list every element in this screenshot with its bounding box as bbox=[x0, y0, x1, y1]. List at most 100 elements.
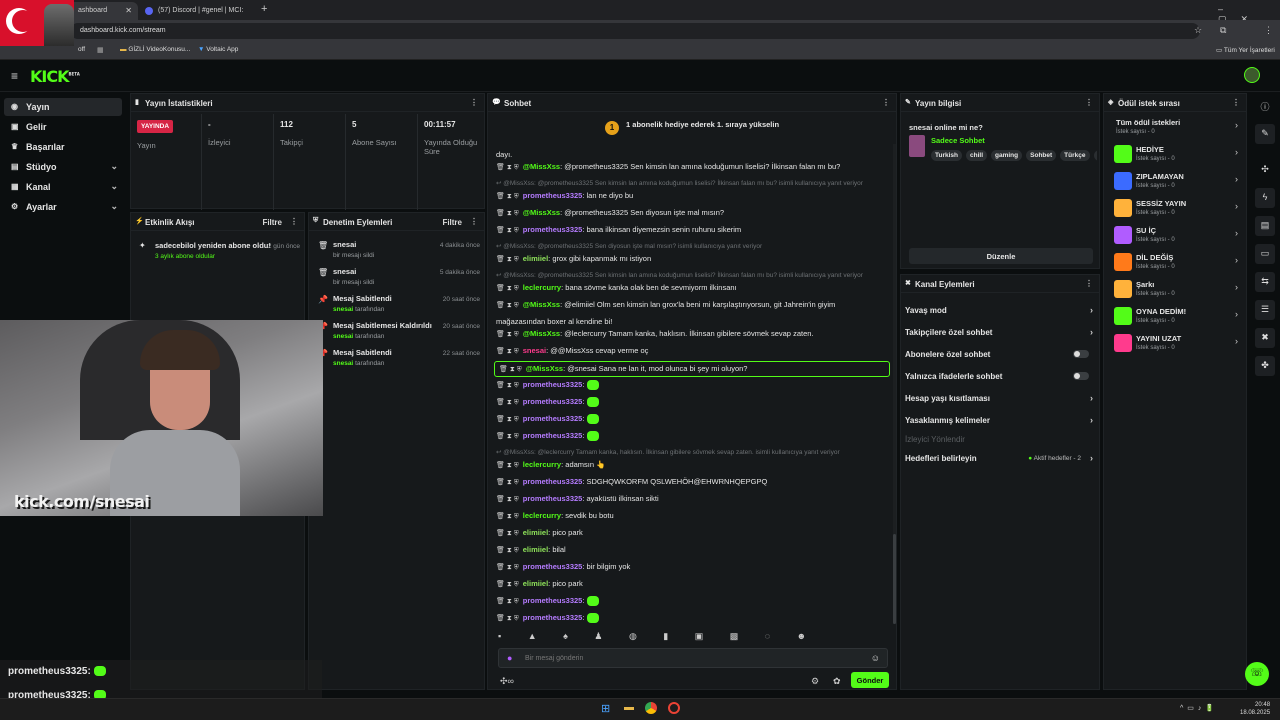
chat-message[interactable]: 🗑 ⧗ ⛨ prometheus3325: lan ne diyo bu bbox=[496, 191, 876, 201]
mod-action-icons[interactable]: 🗑 ⧗ ⛨ bbox=[496, 479, 519, 486]
chat-username[interactable]: prometheus3325 bbox=[523, 397, 583, 406]
mod-action-icons[interactable]: 🗑 ⧗ ⛨ bbox=[496, 331, 519, 338]
edit-button[interactable]: Düzenle bbox=[909, 248, 1093, 264]
more-options-icon[interactable]: ⋮ bbox=[1232, 98, 1240, 107]
file-explorer-icon[interactable]: ▬ bbox=[624, 702, 634, 713]
kick-logo[interactable]: KICKBETA bbox=[30, 67, 80, 86]
mod-action-icons[interactable]: 🗑 ⧗ ⛨ bbox=[496, 530, 519, 537]
category-name[interactable]: Sadece Sohbet bbox=[931, 136, 985, 145]
app-icon[interactable] bbox=[668, 702, 680, 714]
mod-action-icons[interactable]: 🗑 ⧗ ⛨ bbox=[496, 348, 519, 355]
extensions-icon[interactable]: ⧉ bbox=[1220, 25, 1226, 36]
chat-message[interactable]: 🗑 ⧗ ⛨ prometheus3325: bbox=[496, 431, 876, 442]
mod-action-icons[interactable]: 🗑 ⧗ ⛨ bbox=[496, 399, 519, 406]
action-banned-words[interactable]: Yasaklanmış kelimeler › bbox=[905, 415, 1095, 425]
support-chat-icon[interactable]: ☏ bbox=[1245, 662, 1269, 686]
mic-icon[interactable]: ● bbox=[507, 653, 512, 663]
list-icon[interactable]: ☰ bbox=[1255, 300, 1275, 320]
more-options-icon[interactable]: ⋮ bbox=[470, 217, 478, 226]
chat-username[interactable]: prometheus3325 bbox=[523, 380, 583, 389]
chrome-icon[interactable] bbox=[645, 702, 657, 714]
chat-username[interactable]: snesai bbox=[523, 346, 546, 355]
sidebar-item-gelir[interactable]: ▣ Gelir bbox=[4, 118, 122, 136]
clock[interactable]: 20:48 18.08.2025 bbox=[1240, 701, 1270, 717]
shapes-icon[interactable]: ✤ bbox=[1255, 356, 1275, 376]
bookmark-item[interactable]: ▬ GİZLİ VideoKonusu... bbox=[120, 46, 190, 53]
mod-action-icons[interactable]: 🗑 ⧗ ⛨ bbox=[496, 302, 519, 309]
bookmark-item[interactable]: off bbox=[78, 46, 85, 53]
sidebar-item-ayarlar[interactable]: ⚙ Ayarlar ⌄ bbox=[4, 198, 122, 216]
chat-username[interactable]: prometheus3325 bbox=[523, 613, 583, 622]
scrollbar-thumb[interactable] bbox=[893, 534, 896, 624]
chat-message[interactable]: 🗑 ⧗ ⛨ prometheus3325: bbox=[496, 613, 876, 624]
mod-action-icons[interactable]: 🗑 ⧗ ⛨ bbox=[496, 210, 519, 217]
reward-item[interactable]: Şarkı İstek sayısı - 0 › bbox=[1114, 278, 1238, 304]
mod-action-icons[interactable]: 🗑 ⧗ ⛨ bbox=[496, 193, 519, 200]
send-button[interactable]: Gönder bbox=[851, 672, 889, 688]
chat-username[interactable]: leclercurry bbox=[523, 283, 561, 292]
emoji-icon[interactable]: ☺ bbox=[871, 653, 880, 663]
chat-username[interactable]: @MissXss bbox=[523, 300, 560, 309]
chat-message[interactable]: 🗑 ⧗ ⛨ elimiiel: pico park bbox=[496, 528, 876, 538]
mod-action-icons[interactable]: 🗑 ⧗ ⛨ bbox=[496, 564, 519, 571]
reward-all[interactable]: Tüm ödül istekleri İstek sayısı - 0 › bbox=[1114, 116, 1238, 142]
mod-action-icons[interactable]: 🗑 ⧗ ⛨ bbox=[496, 496, 519, 503]
mod-action-icons[interactable]: 🗑 ⧗ ⛨ bbox=[496, 227, 519, 234]
reward-item[interactable]: DİL DEĞİŞ İstek sayısı - 0 › bbox=[1114, 251, 1238, 277]
windows-start-icon[interactable]: ⊞ bbox=[601, 702, 610, 715]
action-followers-only[interactable]: Takipçilere özel sohbet › bbox=[905, 327, 1095, 337]
all-bookmarks[interactable]: ▭ Tüm Yer İşaretleri bbox=[1216, 46, 1275, 54]
wrench-icon[interactable]: ✖ bbox=[1255, 328, 1275, 348]
avatar[interactable] bbox=[1244, 67, 1260, 83]
chat-username[interactable]: @MissXss bbox=[523, 329, 560, 338]
chat-username[interactable]: prometheus3325 bbox=[523, 414, 583, 423]
star-icon[interactable]: ☆ bbox=[1194, 25, 1202, 36]
more-options-icon[interactable]: ⋮ bbox=[290, 217, 298, 226]
browser-tab-discord[interactable]: (57) Discord | #genel | MCI: bbox=[140, 2, 260, 20]
edit-icon[interactable]: ✎ bbox=[1255, 124, 1275, 144]
more-options-icon[interactable]: ⋮ bbox=[1085, 98, 1093, 107]
address-bar[interactable]: dashboard.kick.com/stream bbox=[70, 23, 1200, 39]
reward-item[interactable]: YAYINI UZAT İstek sayısı - 0 › bbox=[1114, 332, 1238, 358]
info-icon[interactable]: ⓘ bbox=[1255, 96, 1275, 116]
chat-message[interactable]: 🗑 ⧗ ⛨ prometheus3325: bbox=[496, 380, 876, 391]
close-tab-icon[interactable]: ✕ bbox=[125, 6, 132, 15]
chat-username[interactable]: prometheus3325 bbox=[523, 225, 583, 234]
chat-input[interactable]: ● Bir mesaj gönderin ☺ bbox=[498, 648, 888, 668]
mod-action-icons[interactable]: 🗑 ⧗ ⛨ bbox=[496, 416, 519, 423]
mod-action-icons[interactable]: 🗑 ⧗ ⛨ bbox=[496, 164, 519, 171]
bookmark-item[interactable]: ▼ Voltaic App bbox=[198, 46, 238, 53]
reward-item[interactable]: ZIPLAMAYAN İstek sayısı - 0 › bbox=[1114, 170, 1238, 196]
bolt-icon[interactable]: ϟ bbox=[1255, 188, 1275, 208]
expand-icon[interactable]: ✣ bbox=[1255, 160, 1275, 180]
filter-button[interactable]: Filtre bbox=[262, 218, 282, 227]
more-options-icon[interactable]: ⋮ bbox=[882, 98, 890, 107]
chat-message[interactable]: 🗑 ⧗ ⛨ @MissXss: @elimiiel Olm sen kimsin … bbox=[496, 300, 876, 310]
chat-username[interactable]: leclercurry bbox=[523, 460, 561, 469]
system-tray-icons[interactable]: ^▭♪🔋 bbox=[1180, 704, 1218, 712]
chat-message[interactable]: dayı. bbox=[496, 150, 876, 159]
chat-message[interactable]: 🗑 ⧗ ⛨ leclercurry: sevdik bu botu bbox=[496, 511, 876, 521]
chat-message[interactable]: 🗑 ⧗ ⛨ prometheus3325: bir bilgim yok bbox=[496, 562, 876, 572]
reward-item[interactable]: HEDİYE İstek sayısı - 0 › bbox=[1114, 143, 1238, 169]
mod-action-icons[interactable]: 🗑 ⧗ ⛨ bbox=[496, 285, 519, 292]
menu-dots-icon[interactable]: ⋮ bbox=[1264, 25, 1273, 36]
chat-icon[interactable]: ▭ bbox=[1255, 244, 1275, 264]
emote-only-toggle[interactable] bbox=[1073, 372, 1089, 380]
new-tab-icon[interactable]: + bbox=[261, 3, 267, 15]
gift-icon[interactable]: ✿ bbox=[833, 676, 841, 687]
chat-username[interactable]: elimiiel bbox=[523, 528, 548, 537]
chat-username[interactable]: elimiiel bbox=[523, 579, 548, 588]
chat-message[interactable]: 🗑 ⧗ ⛨ prometheus3325: bana ilkinsan diyem… bbox=[496, 225, 876, 235]
reward-item[interactable]: SU İÇ İstek sayısı - 0 › bbox=[1114, 224, 1238, 250]
apps-grid-icon[interactable]: ▦ bbox=[97, 46, 104, 54]
chat-message[interactable]: 🗑 ⧗ ⛨ prometheus3325: SDGHQWKORFM QSLWEHÖ… bbox=[496, 477, 876, 487]
chat-username[interactable]: prometheus3325 bbox=[523, 494, 583, 503]
chat-message[interactable]: mağazasından boxer al kendine bi! bbox=[496, 317, 876, 326]
chat-username[interactable]: @MissXss bbox=[523, 208, 560, 217]
sidebar-item-basarilar[interactable]: ♛ Başarılar bbox=[4, 138, 122, 156]
mod-action-icons[interactable]: 🗑 ⧗ ⛨ bbox=[496, 462, 519, 469]
chat-username[interactable]: prometheus3325 bbox=[523, 562, 583, 571]
more-options-icon[interactable]: ⋮ bbox=[470, 98, 478, 107]
subscribers-only-toggle[interactable] bbox=[1073, 350, 1089, 358]
